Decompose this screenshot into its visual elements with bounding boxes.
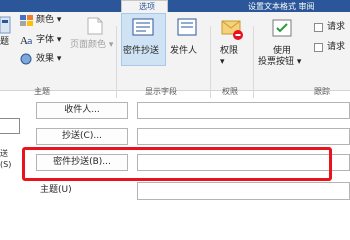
bcc-icon (132, 18, 154, 36)
tab-format-review-partial[interactable]: 设置文本格式 审阅 (248, 1, 315, 12)
attachment-box (0, 118, 20, 134)
request-checkbox-1[interactable] (314, 23, 323, 32)
svg-text:a: a (27, 37, 33, 46)
request-label-1: 请求 (327, 22, 346, 32)
permission-icon (221, 20, 243, 40)
colors-icon (20, 15, 33, 26)
to-button[interactable]: 收件人... (36, 102, 128, 119)
fonts-icon: A a (20, 35, 33, 46)
show-fields-group-label: 显示字段 (145, 87, 177, 96)
tracking-group-label: 跟踪 (314, 87, 330, 96)
voting-buttons-button[interactable]: 投票按钮 ▾ (258, 57, 301, 68)
voting-buttons-icon (272, 19, 292, 37)
permission-button[interactable]: 权限 ▾ (220, 46, 238, 68)
colors-button[interactable]: 颜色 ▾ (36, 15, 61, 26)
page-color-button[interactable]: 页面颜色 ▾ (70, 40, 113, 51)
from-icon (177, 18, 197, 36)
send-label-partial[interactable]: 送 (0, 148, 8, 159)
subject-field[interactable] (137, 182, 350, 200)
theme-label-partial[interactable]: 题 (0, 37, 9, 48)
effects-button[interactable]: 效果 ▾ (36, 54, 61, 65)
page-color-icon (87, 17, 103, 35)
effects-icon (20, 53, 32, 65)
bcc-label: 密件抄送 (123, 46, 160, 56)
theme-group-label: 主题 (34, 87, 50, 96)
ribbon-tab-strip: 设置文本格式 审阅 (0, 0, 350, 12)
cc-field[interactable] (137, 128, 350, 145)
request-checkbox-2[interactable] (314, 43, 323, 52)
ribbon-separator (210, 26, 211, 98)
send-shortcut-partial[interactable]: (S) (0, 159, 11, 170)
permission-group-label: 权限 (222, 87, 238, 96)
to-field[interactable] (137, 102, 350, 119)
themes-icon[interactable] (0, 15, 14, 37)
ribbon-separator (116, 26, 117, 98)
ribbon: 题 颜色 ▾ A a 字体 ▾ 效果 ▾ 页面颜色 ▾ 主题 密件抄送 发件人 … (0, 12, 350, 98)
request-label-2: 请求 (327, 42, 346, 52)
cc-button[interactable]: 抄送(C)... (36, 128, 128, 145)
from-button[interactable]: 发件人 (170, 46, 197, 57)
use-voting-label: 使用 (273, 46, 292, 56)
fonts-button[interactable]: 字体 ▾ (36, 35, 61, 46)
red-highlight-box (22, 147, 332, 181)
ribbon-separator (253, 26, 254, 98)
subject-label: 主题(U) (40, 185, 72, 195)
